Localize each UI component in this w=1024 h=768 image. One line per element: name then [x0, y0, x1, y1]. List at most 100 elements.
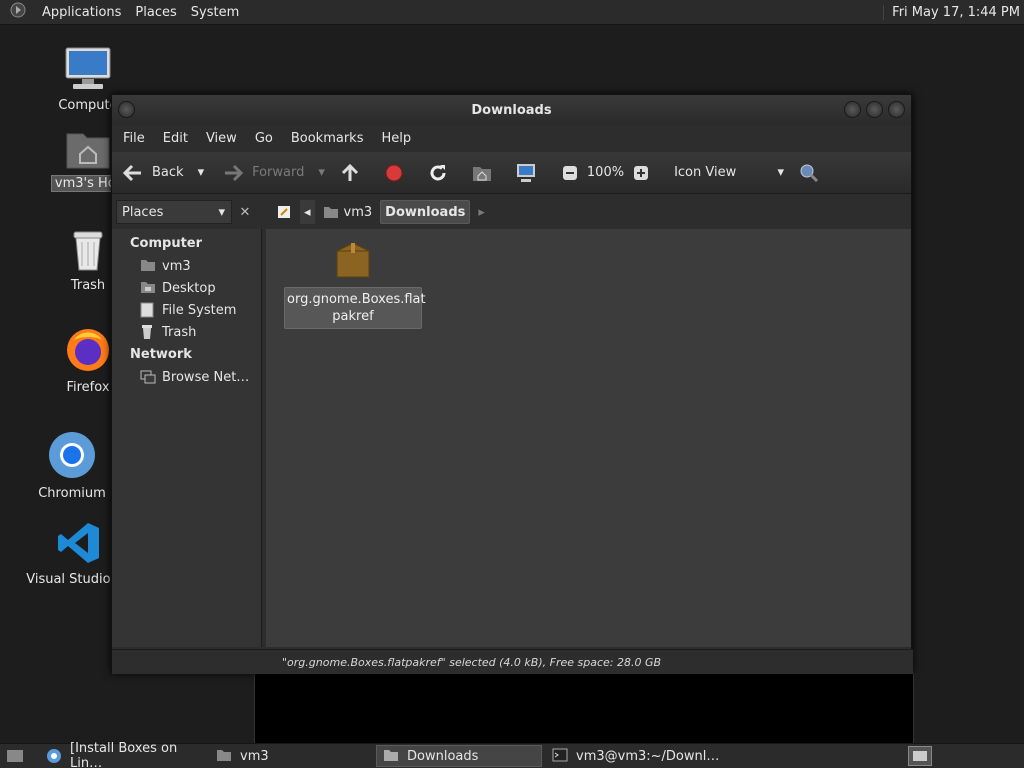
firefox-icon	[67, 329, 109, 371]
sidebar-item-desktop[interactable]: Desktop	[112, 277, 261, 299]
sidebar: Computer vm3 Desktop File System Trash N…	[112, 229, 262, 647]
trash-icon	[73, 231, 103, 271]
chevron-down-icon: ▾	[218, 204, 225, 220]
toolbar: Back ▾ Forward ▾ 100% Icon View ▾	[112, 152, 911, 194]
sidebar-item-label: Browse Net…	[162, 369, 250, 385]
close-icon: ✕	[239, 204, 251, 220]
show-desktop-button[interactable]	[0, 745, 30, 767]
breadcrumb-label: Downloads	[385, 204, 466, 220]
sidebar-item-trash[interactable]: Trash	[112, 321, 261, 343]
trash-icon	[140, 324, 156, 340]
stop-icon	[383, 162, 405, 184]
forward-arrow-icon	[222, 162, 244, 184]
zoom-out-icon[interactable]	[559, 162, 581, 184]
bottom-panel: [Install Boxes on Lin… vm3 Downloads vm3…	[0, 741, 1024, 768]
menu-go[interactable]: Go	[246, 131, 282, 146]
sidebar-item-vm3[interactable]: vm3	[112, 255, 261, 277]
sidebar-item-label: vm3	[162, 258, 191, 274]
file-manager-window: Downloads File Edit View Go Bookmarks He…	[111, 94, 913, 674]
places-label: Places	[122, 204, 164, 220]
file-name-line: org.gnome.Boxes.flat	[287, 292, 426, 307]
computer-button[interactable]	[515, 162, 545, 184]
menu-logo-icon[interactable]	[8, 1, 28, 23]
back-history-dropdown[interactable]: ▾	[198, 165, 205, 180]
file-name-label: org.gnome.Boxes.flat pakref	[284, 287, 426, 329]
view-mode-select[interactable]: Icon View ▾	[674, 165, 784, 180]
sidebar-header-computer: Computer	[130, 236, 203, 251]
reload-button[interactable]	[427, 162, 457, 184]
applications-menu[interactable]: Applications	[42, 5, 121, 20]
search-button[interactable]	[798, 162, 828, 184]
back-button[interactable]: Back	[122, 162, 184, 184]
breadcrumb-vm3[interactable]: vm3	[319, 200, 377, 224]
forward-history-dropdown[interactable]: ▾	[318, 165, 325, 180]
menu-bookmarks[interactable]: Bookmarks	[282, 131, 373, 146]
window-titlebar[interactable]: Downloads	[112, 95, 911, 125]
toggle-location-entry-button[interactable]	[272, 200, 296, 224]
chevron-down-icon: ▾	[777, 165, 785, 180]
terminal-icon	[552, 748, 568, 764]
taskbar-item-downloads[interactable]: Downloads	[376, 745, 542, 767]
edit-icon	[278, 206, 290, 218]
computer-icon	[65, 47, 111, 89]
folder-icon	[383, 748, 399, 764]
home-folder-icon	[471, 162, 493, 184]
file-view[interactable]: org.gnome.Boxes.flat pakref	[266, 229, 911, 647]
workspace-switcher[interactable]	[908, 746, 932, 766]
breadcrumb-forward-arrow[interactable]: ▸	[474, 200, 489, 224]
computer-icon	[515, 162, 537, 184]
home-button[interactable]	[471, 162, 501, 184]
system-menu[interactable]: System	[191, 5, 239, 20]
sidebar-item-label: File System	[162, 302, 237, 318]
menu-edit[interactable]: Edit	[154, 131, 197, 146]
view-mode-label: Icon View	[674, 165, 737, 180]
forward-label: Forward	[252, 165, 305, 180]
menu-help[interactable]: Help	[372, 131, 420, 146]
sidebar-item-browse-network[interactable]: Browse Net…	[112, 366, 261, 388]
taskbar-item-vm3[interactable]: vm3	[210, 745, 372, 767]
maximize-button[interactable]	[866, 101, 883, 118]
file-item[interactable]: org.gnome.Boxes.flat pakref	[284, 239, 426, 329]
sidebar-header-network: Network	[130, 347, 192, 362]
taskbar-item-label: [Install Boxes on Lin…	[70, 741, 178, 768]
breadcrumb-label: vm3	[343, 204, 373, 220]
chevron-down-icon: ▾	[197, 165, 205, 180]
sidebar-mode-select[interactable]: Places ▾	[116, 200, 232, 224]
forward-button[interactable]: Forward	[222, 162, 304, 184]
breadcrumb-downloads[interactable]: Downloads	[380, 200, 471, 224]
close-button[interactable]	[888, 101, 905, 118]
drive-icon	[140, 302, 156, 318]
minimize-button[interactable]	[844, 101, 861, 118]
zoom-in-icon[interactable]	[630, 162, 652, 184]
show-desktop-icon	[7, 750, 23, 762]
close-sidebar-button[interactable]: ✕	[235, 200, 255, 224]
breadcrumb-back-arrow[interactable]: ◂	[300, 200, 315, 224]
workspace-icon	[913, 751, 927, 761]
top-panel-menus: Applications Places System	[0, 1, 239, 23]
desktop-icon-label: Chromium	[38, 486, 106, 501]
menu-file[interactable]: File	[114, 131, 154, 146]
home-folder-icon	[66, 133, 110, 169]
taskbar-item-terminal[interactable]: vm3@vm3:~/Downl…	[546, 745, 726, 767]
up-button[interactable]	[339, 162, 369, 184]
back-arrow-icon	[122, 162, 144, 184]
menu-view[interactable]: View	[197, 131, 246, 146]
menubar: File Edit View Go Bookmarks Help	[112, 125, 911, 152]
chevron-down-icon: ▾	[318, 165, 325, 180]
window-menu-button[interactable]	[118, 101, 135, 118]
package-icon	[336, 242, 370, 278]
taskbar-item-browser[interactable]: [Install Boxes on Lin…	[40, 741, 206, 768]
places-menu[interactable]: Places	[135, 5, 176, 20]
clock[interactable]: Fri May 17, 1:44 PM	[883, 4, 1024, 20]
home-folder-icon	[323, 207, 338, 218]
top-panel: Applications Places System Fri May 17, 1…	[0, 0, 1024, 25]
sidebar-item-file-system[interactable]: File System	[112, 299, 261, 321]
desktop-folder-icon	[140, 280, 156, 296]
background-terminal-window	[254, 673, 914, 743]
sidebar-item-label: Desktop	[162, 280, 216, 296]
breadcrumb: ◂ vm3 Downloads ▸	[272, 200, 489, 224]
zoom-control[interactable]: 100%	[559, 162, 660, 184]
stop-button[interactable]	[383, 162, 413, 184]
taskbar-item-label: vm3@vm3:~/Downl…	[576, 748, 720, 764]
desktop-icon-chromium[interactable]: Chromium	[22, 430, 122, 501]
